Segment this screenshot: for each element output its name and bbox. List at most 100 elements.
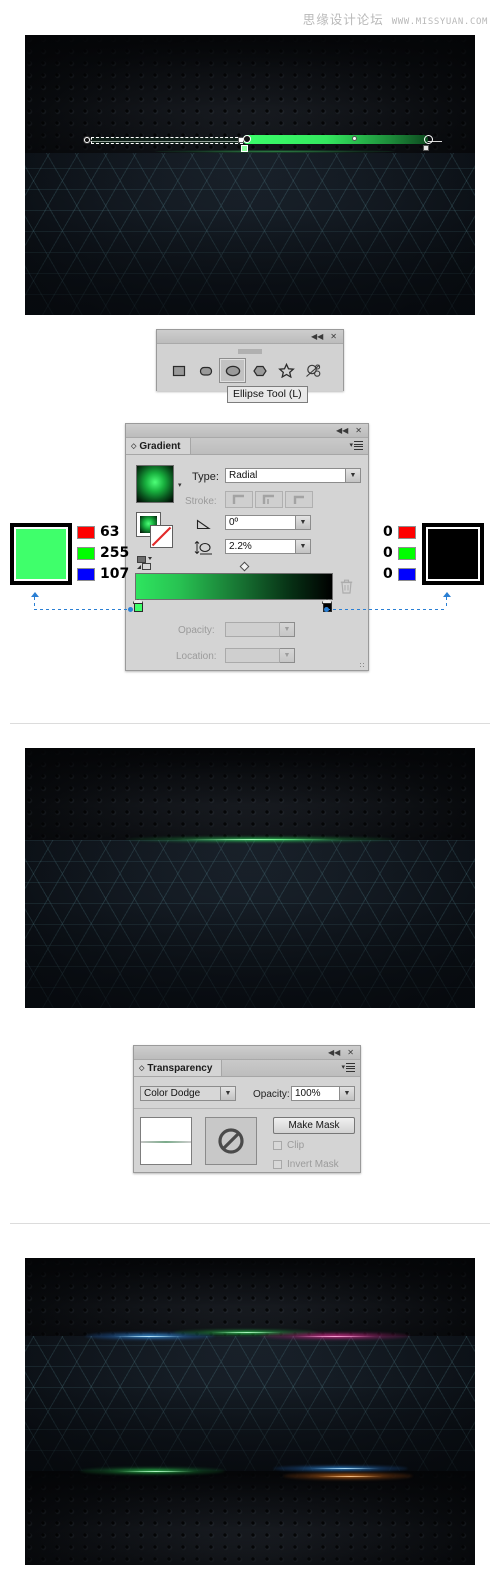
perforated-metal-band [25, 35, 475, 153]
stroke-within-button[interactable] [225, 491, 253, 508]
ellipse-tool[interactable] [219, 358, 246, 383]
location-label: Location: [176, 651, 217, 662]
stroke-swatch-none[interactable] [150, 525, 173, 548]
start-connector-arrow [31, 592, 39, 597]
invert-mask-label: Invert Mask [287, 1158, 339, 1170]
close-icon[interactable]: ✕ [330, 332, 337, 341]
gradient-stop-start[interactable] [133, 599, 143, 612]
watermark-site-name: 思缘设计论坛 [302, 12, 384, 27]
chevron-down-icon[interactable]: ▼ [340, 1086, 355, 1101]
mask-thumbnail[interactable] [205, 1117, 257, 1165]
stroke-along-button[interactable] [285, 491, 313, 508]
delete-stop-icon[interactable] [340, 579, 353, 594]
invert-mask-checkbox[interactable] [273, 1159, 282, 1169]
tab-transparency[interactable]: ◇ Transparency [134, 1060, 223, 1076]
step1-gradient-ellipse-canvas [25, 35, 475, 315]
tab-caret-icon: ◇ [139, 1065, 145, 1072]
end-connector-dot [324, 607, 329, 612]
gradient-aspect-input[interactable]: 2.2% ▼ [225, 539, 311, 554]
tutorial-page: 思缘设计论坛 WWW.MISSYUAN.COM ◀◀ ✕ Ellipse Too… [0, 0, 500, 1595]
end-color-red-row: 0 [383, 524, 416, 540]
end-connector-arrow [443, 592, 451, 597]
chevron-down-icon[interactable]: ▼ [221, 1086, 236, 1101]
aspect-value: 2.2% [229, 541, 252, 552]
end-connector-vertical [446, 597, 447, 609]
flyout-drag-grip[interactable] [238, 349, 262, 354]
rounded-rectangle-tool[interactable] [192, 358, 219, 383]
hex-shading [25, 153, 475, 315]
gradient-location-input[interactable]: ▼ [225, 648, 295, 663]
gradient-opacity-input[interactable]: ▼ [225, 622, 295, 637]
menu-lines-icon [354, 441, 363, 450]
stroke-across-button[interactable] [255, 491, 283, 508]
gradient-angle-input[interactable]: 0º ▼ [225, 515, 311, 530]
gradient-preview-thumb[interactable] [136, 465, 174, 503]
collapse-icon[interactable]: ◀◀ [328, 1048, 340, 1057]
collapse-icon[interactable]: ◀◀ [336, 426, 348, 435]
start-connector-dot [128, 607, 133, 612]
transparency-panel[interactable]: ◀◀ ✕ ◇ Transparency ▾ Color Dodge ▼ Opac… [133, 1045, 361, 1173]
shape-tools-flyout[interactable]: ◀◀ ✕ [156, 329, 344, 391]
collapse-icon[interactable]: ◀◀ [311, 332, 323, 341]
gradient-reverse-icon[interactable] [137, 556, 157, 572]
chevron-down-icon[interactable]: ▼ [280, 622, 295, 637]
perforated-metal-band-bottom [25, 1471, 475, 1565]
flyout-titlebar: ◀◀ ✕ [157, 330, 343, 344]
stroke-label: Stroke: [185, 496, 217, 507]
clip-checkbox[interactable] [273, 1141, 282, 1150]
panel-menu-icon[interactable]: ▾ [349, 441, 363, 450]
start-color-swatch[interactable] [10, 523, 72, 585]
start-blue-value: 107 [100, 566, 130, 582]
angle-value: 0º [229, 517, 239, 528]
step2-green-glow-result [25, 748, 475, 1008]
red-chip [77, 525, 95, 539]
end-green-value: 0 [383, 545, 393, 561]
blue-chip [397, 567, 416, 581]
close-icon[interactable]: ✕ [347, 1048, 354, 1057]
clip-label: Clip [287, 1140, 305, 1151]
gradient-slider-track[interactable] [135, 573, 333, 600]
transparency-panel-titlebar: ◀◀ ✕ [134, 1046, 360, 1060]
flare-tool[interactable] [300, 358, 327, 383]
end-color-swatch[interactable] [422, 523, 484, 585]
gradient-panel[interactable]: ◀◀ ✕ ◇ Gradient ▾ ▾ Type: Radial ▼ Strok… [125, 423, 369, 671]
gradient-preview-caret-icon[interactable]: ▾ [178, 481, 182, 489]
gradient-type-select[interactable]: Radial ▼ [225, 468, 361, 483]
dot-shading [25, 1471, 475, 1565]
close-icon[interactable]: ✕ [355, 426, 362, 435]
end-color-blue-row: 0 [383, 566, 416, 582]
star-tool[interactable] [273, 358, 300, 383]
gradient-panel-titlebar: ◀◀ ✕ [126, 424, 368, 438]
menu-caret-icon: ▾ [349, 442, 353, 450]
start-color-blue-row: 107 [77, 566, 129, 582]
start-connector-vertical [34, 597, 35, 609]
blend-mode-value: Color Dodge [144, 1088, 201, 1099]
chevron-down-icon[interactable]: ▼ [346, 468, 361, 483]
object-thumbnail[interactable] [140, 1117, 192, 1165]
chevron-down-icon[interactable]: ▼ [296, 539, 311, 554]
panel-menu-icon[interactable]: ▾ [341, 1063, 355, 1072]
blend-mode-select[interactable]: Color Dodge ▼ [140, 1086, 236, 1101]
type-label: Type: [192, 471, 219, 483]
section-separator-1 [10, 723, 490, 724]
watermark: 思缘设计论坛 WWW.MISSYUAN.COM [303, 9, 488, 28]
start-green-value: 255 [100, 545, 130, 561]
tab-transparency-label: Transparency [147, 1062, 213, 1074]
hexagon-band [25, 840, 475, 1008]
dot-shading [25, 748, 475, 840]
dot-shading [25, 1258, 475, 1336]
section-separator-2 [10, 1223, 490, 1224]
chevron-down-icon[interactable]: ▼ [280, 648, 295, 663]
rectangle-tool[interactable] [165, 358, 192, 383]
polygon-tool[interactable] [246, 358, 273, 383]
tab-gradient[interactable]: ◇ Gradient [126, 438, 191, 454]
chevron-down-icon[interactable]: ▼ [296, 515, 311, 530]
step3-final-multicolor-result [25, 1258, 475, 1565]
panel-resize-grip[interactable] [359, 662, 366, 669]
hex-shading [25, 840, 475, 1008]
gradient-midpoint-marker[interactable] [239, 561, 250, 572]
make-mask-button[interactable]: Make Mask [273, 1117, 355, 1134]
make-mask-label: Make Mask [288, 1120, 340, 1131]
red-chip [397, 525, 416, 539]
opacity-input[interactable]: 100% ▼ [291, 1086, 355, 1101]
